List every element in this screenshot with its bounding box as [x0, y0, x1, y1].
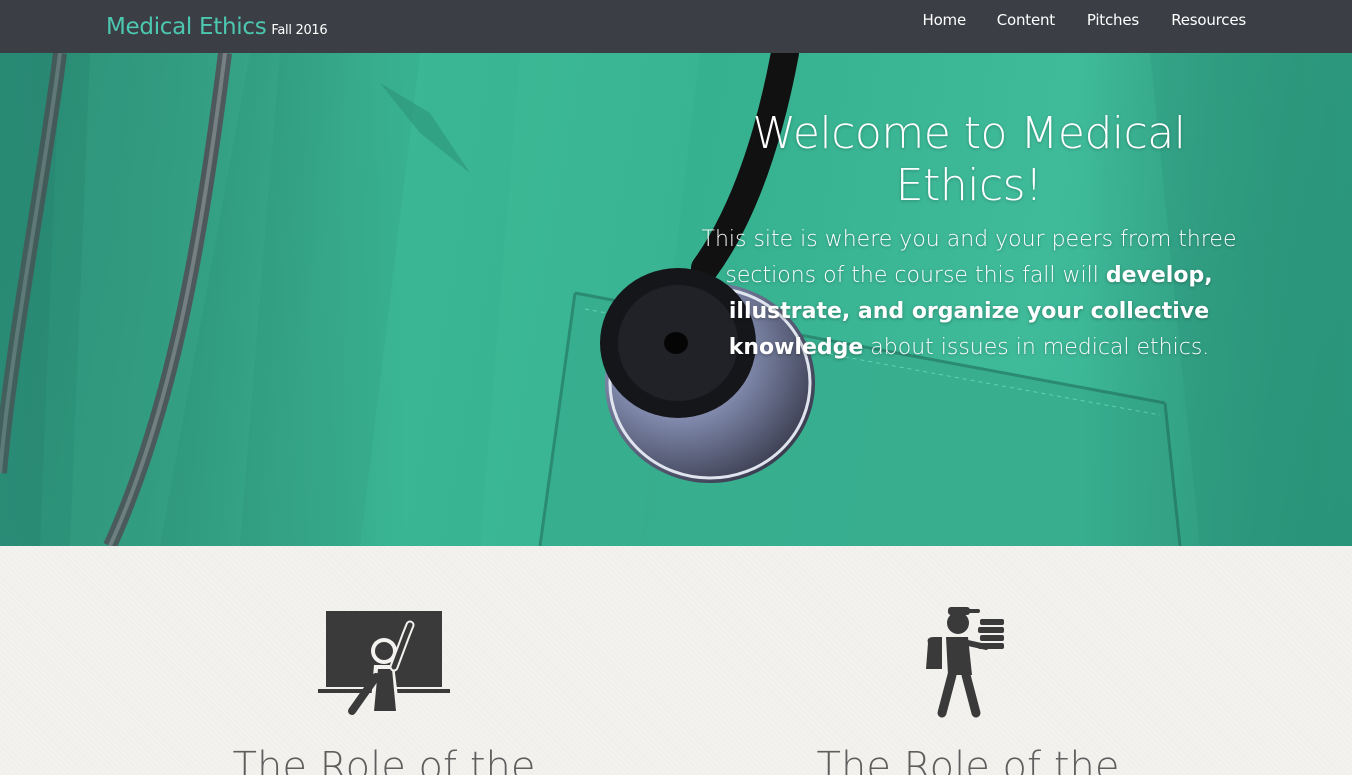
feature-student: The Role of the [708, 546, 1228, 775]
brand-title: Medical Ethics [106, 14, 267, 40]
nav-item-pitches[interactable]: Pitches [1087, 11, 1139, 29]
feature-title: The Role of the [232, 744, 536, 775]
student-with-books-icon [926, 607, 1004, 718]
features-section: The Role of the The Role of the [0, 546, 1352, 775]
nav-item-home[interactable]: Home [923, 11, 967, 29]
feature-title: The Role of the [816, 744, 1120, 775]
brand-link[interactable]: Medical Ethics Fall 2016 [106, 14, 328, 40]
hero-lead: This site is where you and your peers fr… [688, 222, 1250, 366]
teacher-at-board-icon [318, 611, 450, 715]
hero-lead-text-2: about issues in medical ethics. [863, 335, 1210, 360]
nav-item-content[interactable]: Content [997, 11, 1055, 29]
feature-teacher: The Role of the [124, 546, 644, 775]
nav-item-resources[interactable]: Resources [1171, 11, 1246, 29]
hero-title: Welcome to Medical Ethics! [752, 108, 1186, 211]
hero-banner: Welcome to Medical Ethics! This site is … [0, 53, 1352, 546]
hero-content: Welcome to Medical Ethics! This site is … [688, 108, 1250, 366]
navbar: Medical Ethics Fall 2016 Home Content Pit… [0, 0, 1352, 53]
brand-term: Fall 2016 [271, 23, 328, 38]
